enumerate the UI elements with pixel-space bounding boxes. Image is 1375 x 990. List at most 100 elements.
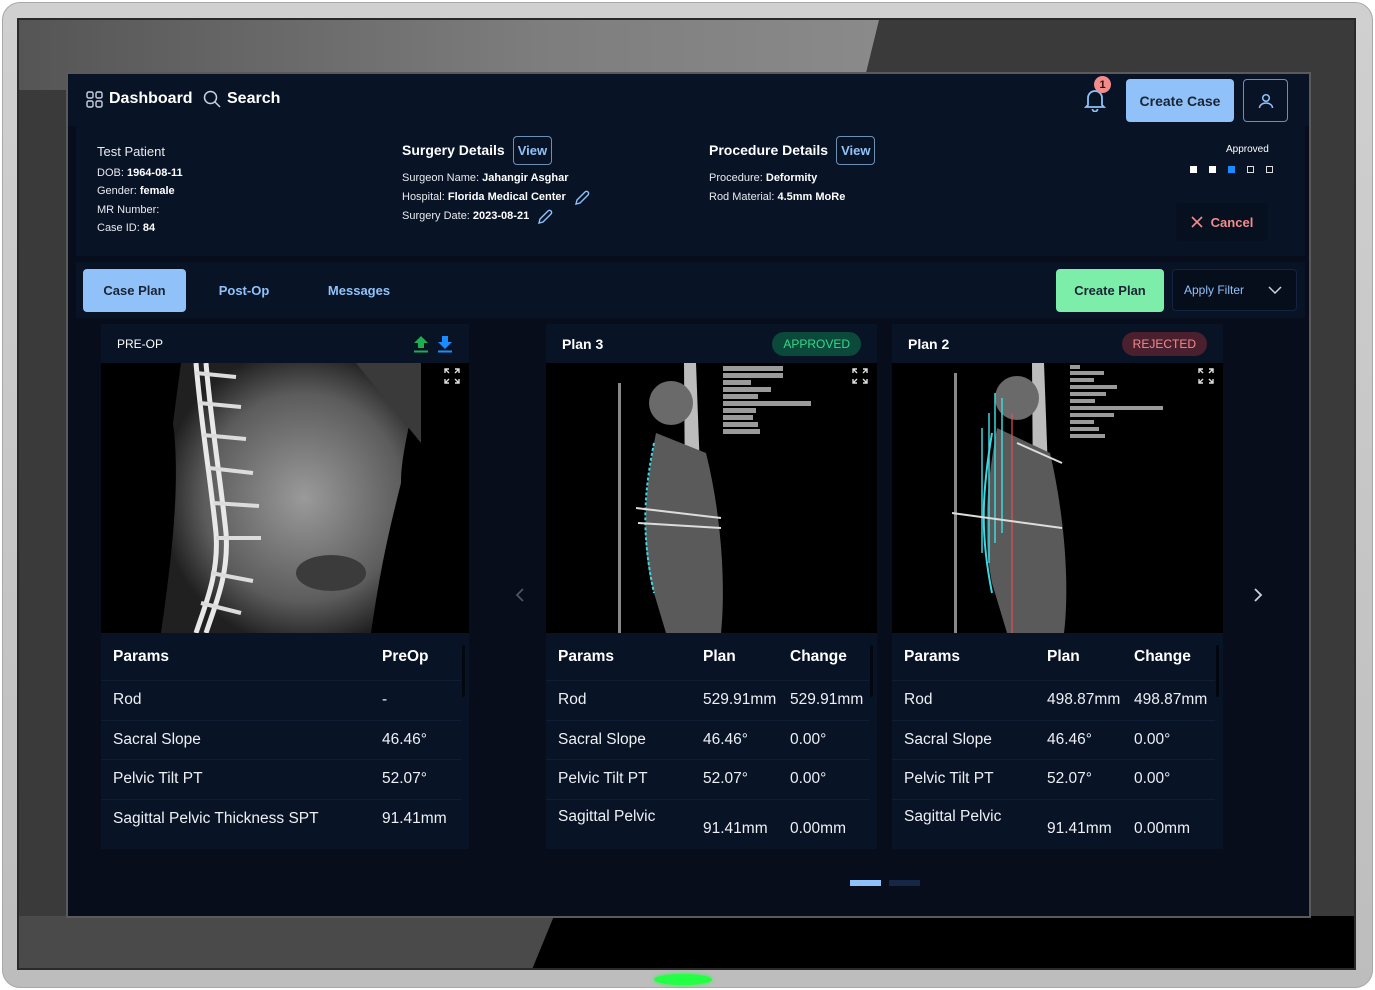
rod-material-value: 4.5mm MoRe xyxy=(777,191,846,203)
table-row: Rod 529.91mm 529.91mm xyxy=(546,681,869,721)
column-header: Params xyxy=(558,647,615,665)
top-bar: Dashboard Search 1 Create Case xyxy=(68,74,1309,126)
param-name: Sagittal Pelvic xyxy=(904,807,1002,825)
column-header: PreOp xyxy=(382,647,429,665)
param-name: Rod xyxy=(113,691,142,709)
param-plan: 498.87mm xyxy=(1047,691,1121,709)
download-icon[interactable] xyxy=(437,335,453,353)
param-change: 0.00° xyxy=(1134,730,1171,748)
hospital-label: Hospital: xyxy=(402,191,448,203)
scrollbar[interactable] xyxy=(870,645,873,697)
patient-dob: DOB: 1964-08-11 xyxy=(97,164,183,183)
search-icon xyxy=(203,90,221,108)
plan-card: Plan 3 APPROVED Params Plan Change Rod 5… xyxy=(546,324,877,849)
patient-info: Test Patient DOB: 1964-08-11 Gender: fem… xyxy=(97,143,183,238)
status-step xyxy=(1266,166,1273,173)
rod-material-row: Rod Material: 4.5mm MoRe xyxy=(709,188,875,207)
patient-case-id: Case ID: 84 xyxy=(97,219,183,238)
user-icon xyxy=(1258,93,1273,108)
plan-xray-image[interactable] xyxy=(892,363,1223,633)
status-step-current xyxy=(1228,166,1235,173)
expand-icon[interactable] xyxy=(443,367,461,385)
carousel-page-2[interactable] xyxy=(889,880,920,886)
column-header: Plan xyxy=(1047,647,1080,665)
plan-card: Plan 2 REJECTED Params Plan Change Rod 4… xyxy=(892,324,1223,849)
carousel-page-1[interactable] xyxy=(850,880,881,886)
param-name: Sagittal Pelvic xyxy=(558,807,656,825)
param-change: 0.00mm xyxy=(1134,819,1190,837)
param-value: 46.46° xyxy=(382,730,427,748)
carousel-next-chevron-right-icon[interactable] xyxy=(1253,587,1263,603)
surgery-date-row: Surgery Date: 2023-08-21 xyxy=(402,207,590,226)
param-plan: 52.07° xyxy=(703,770,748,788)
case-info-panel: Test Patient DOB: 1964-08-11 Gender: fem… xyxy=(76,126,1305,256)
case-id-value: 84 xyxy=(142,222,156,234)
user-menu-button[interactable] xyxy=(1243,79,1288,122)
surgery-view-button[interactable]: View xyxy=(512,136,553,165)
column-header: Params xyxy=(113,647,170,665)
table-header-row: Params Plan Change xyxy=(546,633,869,681)
upload-icon[interactable] xyxy=(413,335,429,353)
status-step xyxy=(1247,166,1254,173)
table-row: Pelvic Tilt PT 52.07° 0.00° xyxy=(546,760,869,800)
power-led xyxy=(654,974,712,985)
card-header: Plan 2 REJECTED xyxy=(892,324,1223,363)
card-header: PRE-OP xyxy=(101,324,469,363)
edit-hospital-pencil-icon[interactable] xyxy=(574,190,590,206)
table-row: Sacral Slope 46.46° xyxy=(101,721,461,760)
column-header: Change xyxy=(790,647,847,665)
param-name: Rod xyxy=(904,691,933,709)
table-row: Rod 498.87mm 498.87mm xyxy=(892,681,1215,721)
gender-label: Gender: xyxy=(97,185,140,197)
param-name: Sagittal Pelvic Thickness SPT xyxy=(113,810,319,828)
grid-icon xyxy=(86,90,103,108)
nav-search[interactable]: Search xyxy=(203,90,280,108)
edit-date-pencil-icon[interactable] xyxy=(537,209,553,225)
chevron-down-icon xyxy=(1268,286,1282,294)
card-header: Plan 3 APPROVED xyxy=(546,324,877,363)
status-step xyxy=(1209,166,1216,173)
params-table: Params Plan Change Rod 529.91mm 529.91mm S… xyxy=(546,633,877,849)
surgeon-label: Surgeon Name: xyxy=(402,172,483,184)
preop-xray-image[interactable] xyxy=(101,363,469,633)
mr-label: MR Number: xyxy=(97,203,160,216)
param-plan: 46.46° xyxy=(1047,730,1092,748)
param-name: Pelvic Tilt PT xyxy=(904,770,994,788)
apply-filter-dropdown[interactable]: Apply Filter xyxy=(1172,269,1297,311)
expand-icon[interactable] xyxy=(1197,367,1215,385)
screen-glare-bottom xyxy=(19,916,554,968)
tab-post-op[interactable]: Post-Op xyxy=(196,269,292,312)
cancel-label: Cancel xyxy=(1210,214,1254,230)
surgery-date-value: 2023-08-21 xyxy=(472,210,530,222)
param-value: - xyxy=(382,691,388,709)
surgery-details: Surgery Details View Surgeon Name: Jahan… xyxy=(402,136,590,226)
xray-preop-graphic xyxy=(161,363,421,633)
case-id-label: Case ID: xyxy=(97,222,143,234)
surgeon-name-row: Surgeon Name: Jahangir Asghar xyxy=(402,169,590,188)
scrollbar[interactable] xyxy=(1216,645,1219,697)
tab-case-plan[interactable]: Case Plan xyxy=(83,269,186,312)
plan-xray-image[interactable] xyxy=(546,363,877,633)
nav-dashboard[interactable]: Dashboard xyxy=(86,90,193,108)
carousel-prev-chevron-left-icon[interactable] xyxy=(515,587,525,603)
params-table: Params PreOp Rod - Sacral Slope 46.46° Pel… xyxy=(101,633,469,849)
param-change: 498.87mm xyxy=(1134,691,1208,709)
hospital-value: Florida Medical Center xyxy=(447,191,566,203)
procedure-view-button[interactable]: View xyxy=(836,136,876,165)
nav-search-label: Search xyxy=(227,90,281,107)
create-plan-button[interactable]: Create Plan xyxy=(1056,269,1164,312)
param-name: Pelvic Tilt PT xyxy=(113,770,203,788)
param-change: 0.00° xyxy=(1134,770,1171,788)
patient-mr-number: MR Number: xyxy=(97,201,183,220)
param-value: 91.41mm xyxy=(382,810,447,828)
cancel-case-button[interactable]: Cancel xyxy=(1176,203,1268,241)
create-case-button[interactable]: Create Case xyxy=(1126,79,1234,122)
filter-label: Apply Filter xyxy=(1184,283,1245,297)
procedure-row: Procedure: Deformity xyxy=(709,169,875,188)
table-row: Sagittal Pelvic Thickness SPT 91.41mm xyxy=(101,800,461,840)
tab-messages[interactable]: Messages xyxy=(304,269,414,312)
param-name: Sacral Slope xyxy=(113,730,201,748)
status-stepper xyxy=(1190,166,1273,173)
expand-icon[interactable] xyxy=(851,367,869,385)
scrollbar[interactable] xyxy=(462,645,465,697)
